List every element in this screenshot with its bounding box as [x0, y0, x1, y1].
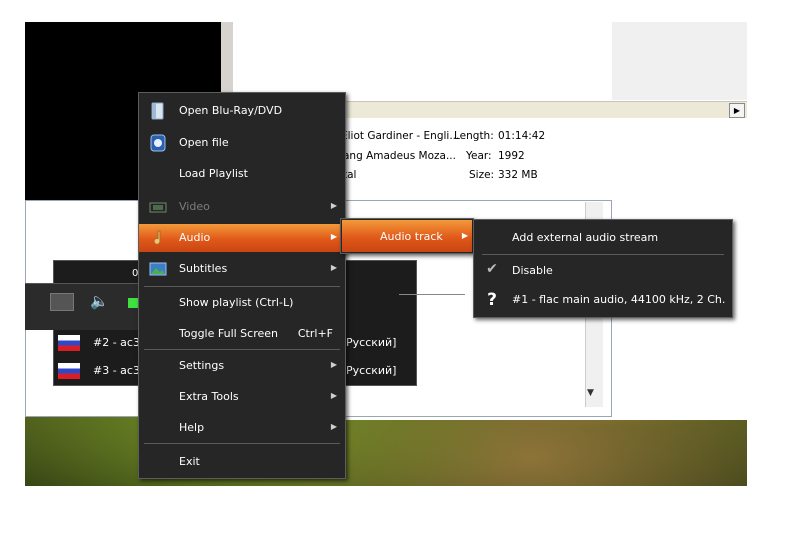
- info-artist: Eliot Gardiner - Engli...: [341, 130, 460, 142]
- menu-item-label: Audio track: [380, 230, 443, 243]
- audio-submenu: Audio track ▶: [340, 218, 474, 254]
- menu-item-label: Subtitles: [179, 262, 228, 275]
- menu-item-label: Audio: [179, 231, 211, 244]
- menu-item-track-1[interactable]: ? #1 - flac main audio, 44100 kHz, 2 Ch.: [474, 286, 732, 314]
- open-file-icon: [150, 134, 166, 152]
- checkmark-icon: ✔: [486, 261, 498, 277]
- info-year-label: Year:: [466, 150, 492, 162]
- menu-item-show-playlist[interactable]: Show playlist (Ctrl-L): [139, 289, 345, 317]
- menu-item-settings[interactable]: Settings ▶: [139, 352, 345, 380]
- speaker-icon[interactable]: 🔈: [90, 294, 109, 309]
- picture-icon: [149, 262, 167, 276]
- disc-folder-icon: [151, 102, 164, 120]
- menu-divider: [144, 349, 340, 350]
- menu-item-audio[interactable]: Audio ▶: [139, 224, 345, 252]
- menu-item-exit[interactable]: Exit: [139, 448, 345, 476]
- menu-item-label: Load Playlist: [179, 167, 248, 180]
- music-note-icon: [153, 230, 161, 245]
- submenu-arrow-icon: ▶: [330, 201, 337, 210]
- menu-item-shortcut: Ctrl+F: [297, 327, 333, 340]
- info-length-label: Length:: [454, 130, 494, 142]
- tv-icon[interactable]: [50, 293, 74, 311]
- menu-item-toggle-fullscreen[interactable]: Toggle Full Screen Ctrl+F: [139, 320, 345, 348]
- menu-item-label: Open file: [179, 136, 229, 149]
- menu-divider: [144, 443, 340, 444]
- menu-item-label: Toggle Full Screen: [179, 327, 278, 340]
- menu-item-label: #1 - flac main audio, 44100 kHz, 2 Ch.: [512, 293, 726, 306]
- menu-item-label: Extra Tools: [179, 390, 239, 403]
- submenu-arrow-icon: ▶: [461, 231, 468, 240]
- menu-item-open-bluray[interactable]: Open Blu-Ray/DVD: [139, 97, 345, 125]
- submenu-arrow-icon: ▶: [330, 360, 337, 369]
- menu-item-help[interactable]: Help ▶: [139, 414, 345, 442]
- info-size: 332 MB: [498, 169, 538, 181]
- context-menu: Open Blu-Ray/DVD Open file Load Playlist…: [138, 92, 346, 479]
- info-year: 1992: [498, 150, 525, 162]
- audio-track-lang[interactable]: Русский]: [346, 364, 396, 377]
- menu-divider: [482, 254, 724, 255]
- info-length: 01:14:42: [498, 130, 546, 142]
- menu-item-load-playlist[interactable]: Load Playlist: [139, 160, 345, 188]
- scroll-down-icon[interactable]: ▼: [587, 388, 594, 398]
- menu-item-label: Settings: [179, 359, 225, 372]
- menu-item-label: Disable: [512, 264, 553, 277]
- menu-item-label: Exit: [179, 455, 200, 468]
- film-icon: [149, 202, 167, 213]
- player-control-bar: [25, 283, 140, 330]
- menu-item-extra-tools[interactable]: Extra Tools ▶: [139, 383, 345, 411]
- audio-track-row[interactable]: #3 - ac3: [93, 364, 140, 377]
- list-divider: [399, 294, 465, 295]
- menu-item-label: Help: [179, 421, 205, 434]
- submenu-arrow-icon: ▶: [330, 391, 337, 400]
- menu-item-label: Add external audio stream: [512, 231, 659, 244]
- menu-item-subtitles[interactable]: Subtitles ▶: [139, 255, 345, 283]
- status-indicator: [128, 298, 138, 308]
- menu-item-audio-track[interactable]: Audio track ▶: [342, 220, 472, 252]
- info-composer: ang Amadeus Moza...: [343, 150, 456, 162]
- menu-item-disable[interactable]: ✔ Disable: [474, 257, 732, 285]
- menu-item-open-file[interactable]: Open file: [139, 129, 345, 157]
- submenu-arrow-icon: ▶: [330, 263, 337, 272]
- menu-item-label: Open Blu-Ray/DVD: [179, 104, 283, 117]
- audio-track-submenu: Add external audio stream ✔ Disable ? #1…: [473, 219, 733, 318]
- menu-item-label: Video: [179, 200, 210, 213]
- menu-item-add-external-audio[interactable]: Add external audio stream: [474, 224, 732, 252]
- question-mark-icon: ?: [487, 290, 497, 310]
- menu-item-video[interactable]: Video ▶: [139, 193, 345, 221]
- submenu-arrow-icon: ▶: [330, 232, 337, 241]
- menu-divider: [144, 286, 340, 287]
- russian-flag-icon: [58, 363, 80, 379]
- audio-track-lang[interactable]: Русский]: [346, 336, 396, 349]
- toolbar-panel: [612, 22, 747, 100]
- scroll-right-icon[interactable]: ▶: [729, 103, 745, 118]
- info-size-label: Size:: [469, 169, 495, 181]
- menu-item-label: Show playlist (Ctrl-L): [179, 296, 294, 309]
- audio-track-row[interactable]: #2 - ac3: [93, 336, 140, 349]
- submenu-arrow-icon: ▶: [330, 422, 337, 431]
- russian-flag-icon: [58, 335, 80, 351]
